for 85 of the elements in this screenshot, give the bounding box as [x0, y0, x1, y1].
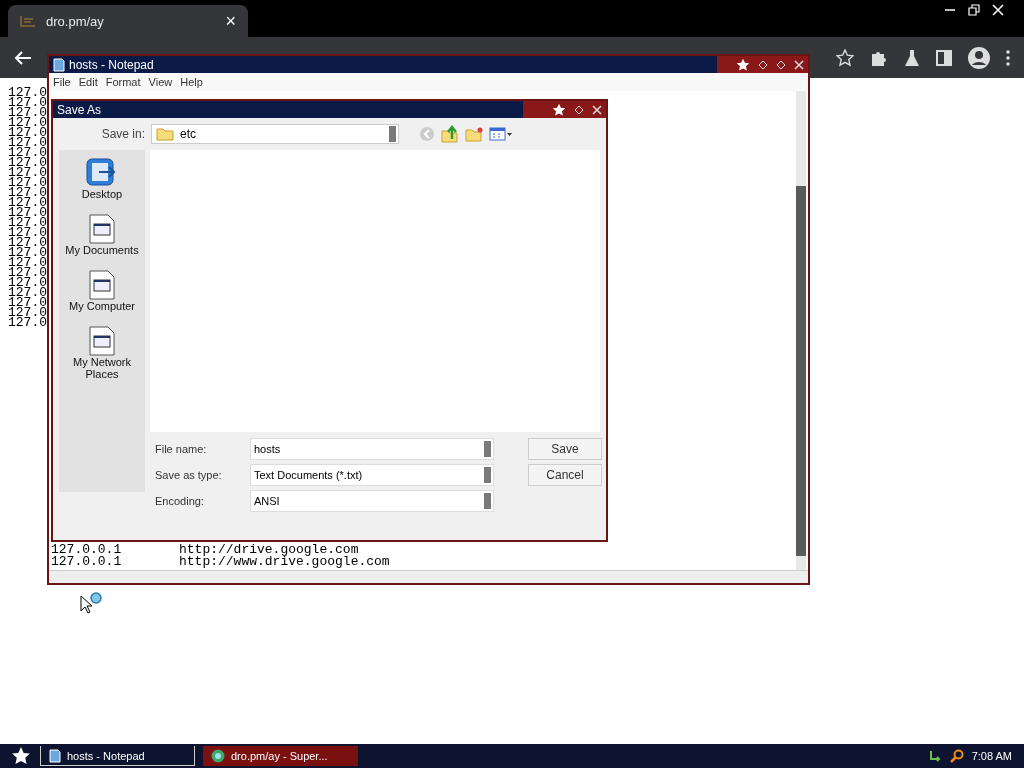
notepad-icon: [49, 748, 61, 763]
page-text-line: 127.0: [8, 88, 47, 98]
page-text-line: 127.0: [8, 308, 47, 318]
place-item[interactable]: My Network Places: [61, 326, 143, 380]
start-star-icon[interactable]: [10, 746, 32, 766]
page-text-line: 127.0: [8, 218, 47, 228]
scrollbar[interactable]: [796, 91, 806, 570]
view-menu-icon[interactable]: [489, 127, 513, 141]
page-text-line: 127.0: [8, 158, 47, 168]
tab-close-button[interactable]: ×: [225, 10, 236, 32]
page-text-line: 127.0: [8, 268, 47, 278]
page-text-line: 127.0: [8, 108, 47, 118]
folder-icon: [156, 127, 174, 141]
menu-item[interactable]: File: [53, 76, 71, 88]
pin-icon[interactable]: [758, 59, 768, 70]
place-item[interactable]: Desktop: [61, 156, 143, 200]
page-text-line: 127.0: [8, 288, 47, 298]
taskbar-button[interactable]: dro.pm/ay - Super...: [203, 746, 358, 766]
close-icon[interactable]: [592, 104, 602, 115]
restore-icon[interactable]: [968, 4, 980, 16]
dialog-title: Save As: [57, 102, 102, 117]
url-text: http://drive.google.com: [179, 544, 359, 556]
place-item[interactable]: My Computer: [61, 270, 143, 312]
page-text-line: 127.0: [8, 228, 47, 238]
tab-title: dro.pm/ay: [46, 13, 105, 29]
page-text-line: 127.0: [8, 118, 47, 128]
ip-address-text: 127.0.0.1: [51, 556, 123, 568]
star-icon[interactable]: [552, 102, 566, 117]
field-label: Save as type:: [155, 469, 223, 481]
profile-icon[interactable]: [968, 46, 990, 69]
page-text-line: 127.0: [8, 98, 47, 108]
search-icon[interactable]: [949, 749, 964, 763]
menu-item[interactable]: Help: [180, 76, 203, 88]
page-text-line: 127.0: [8, 238, 47, 248]
menu-icon[interactable]: [1006, 49, 1010, 66]
page-text-line: 127.0: [8, 168, 47, 178]
browser-tab[interactable]: dro.pm/ay ×: [8, 5, 248, 37]
page-text-line: 127.0: [8, 318, 47, 328]
close-icon[interactable]: [794, 59, 804, 70]
page-text-line: 127.0: [8, 148, 47, 158]
dialog-button[interactable]: Cancel: [528, 464, 602, 486]
save-in-label: Save in:: [100, 127, 145, 141]
pin-icon[interactable]: [574, 104, 584, 115]
back-arrow-icon[interactable]: [14, 49, 32, 66]
document-icon: [89, 326, 115, 356]
url-text: http://www.drive.google.com: [179, 556, 390, 568]
place-item[interactable]: My Documents: [61, 214, 143, 256]
document-icon: [89, 270, 115, 300]
page-text-line: 127.0: [8, 178, 47, 188]
page-icon: [20, 15, 36, 27]
star-icon[interactable]: [836, 48, 854, 67]
flask-icon[interactable]: [904, 48, 920, 67]
clock: 7:08 AM: [971, 750, 1012, 762]
document-icon: [89, 214, 115, 244]
input-field[interactable]: hosts: [250, 438, 494, 460]
pin-icon[interactable]: [776, 59, 786, 70]
page-text-line: 127.0: [8, 278, 47, 288]
input-field[interactable]: ANSI: [250, 490, 494, 512]
menu-item[interactable]: Edit: [78, 76, 98, 88]
dialog-button[interactable]: Save: [528, 438, 602, 460]
page-text-line: 127.0: [8, 198, 47, 208]
field-label: Encoding:: [155, 495, 205, 507]
sidebar-icon[interactable]: [936, 49, 952, 66]
field-label: File name:: [155, 443, 208, 455]
save-in-dropdown[interactable]: etc: [151, 124, 399, 144]
network-icon[interactable]: [927, 749, 942, 763]
ip-address-text: 127.0.0.1: [51, 544, 123, 556]
horizontal-scrollbar[interactable]: [49, 570, 808, 583]
page-text-line: 127.0: [8, 138, 47, 148]
taskbar-button[interactable]: hosts - Notepad: [40, 746, 195, 766]
menu-item[interactable]: View: [148, 76, 173, 88]
page-text-line: 127.0: [8, 188, 47, 198]
globe-icon: [211, 749, 225, 763]
up-folder-icon[interactable]: [441, 125, 459, 143]
page-text-line: 127.0: [8, 128, 47, 138]
menu-item[interactable]: Format: [105, 76, 141, 88]
input-field[interactable]: Text Documents (*.txt): [250, 464, 494, 486]
window-title: hosts - Notepad: [69, 57, 154, 72]
new-folder-icon[interactable]: [465, 126, 483, 142]
star-icon[interactable]: [736, 57, 750, 72]
busy-cursor-icon: [80, 592, 104, 614]
page-text-line: 127.0: [8, 248, 47, 258]
page-text-line: 127.0: [8, 208, 47, 218]
page-text-line: 127.0: [8, 258, 47, 268]
page-text-line: 127.0: [8, 298, 47, 308]
